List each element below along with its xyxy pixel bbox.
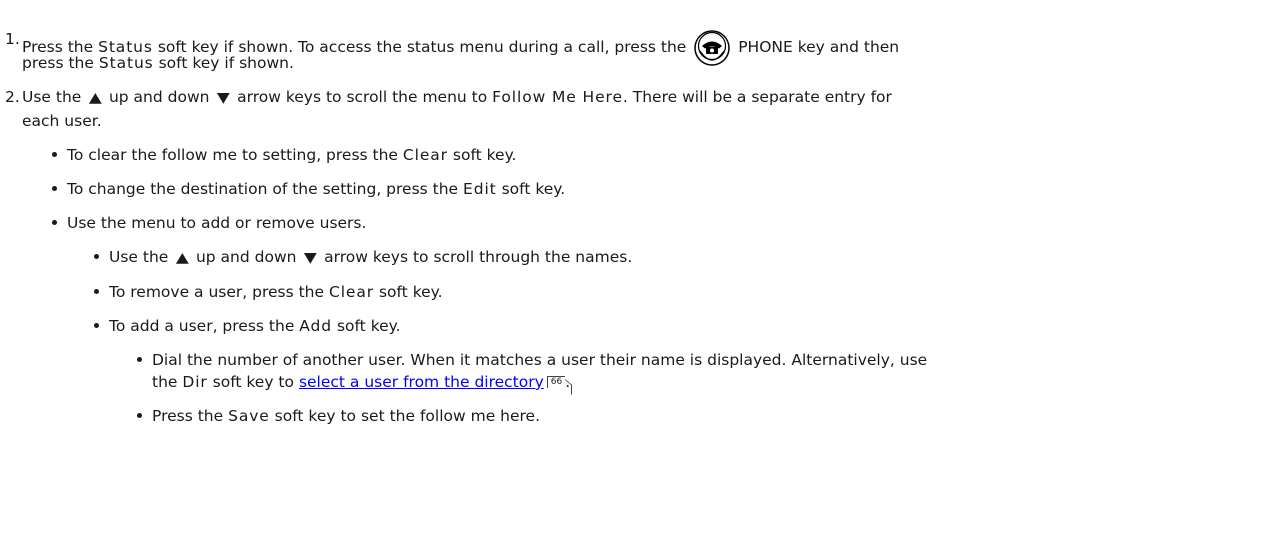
- text: soft key to set the follow me here.: [269, 407, 541, 425]
- phone-key-icon: [693, 29, 731, 72]
- text: To add a user, press the: [109, 317, 300, 335]
- text: the: [152, 373, 183, 391]
- bullet-marker: [137, 357, 142, 362]
- bullet-marker: [94, 289, 99, 294]
- soft-key-name: Edit: [463, 180, 497, 198]
- step-number: 1.: [5, 30, 20, 48]
- directory-link[interactable]: select a user from the directory: [299, 373, 544, 391]
- list-item: To remove a user, press the Clear soft k…: [109, 282, 443, 302]
- text: soft key.: [496, 180, 566, 198]
- text: soft key to: [207, 373, 299, 391]
- text: Use the: [22, 88, 87, 106]
- step-text: each user.: [22, 111, 102, 131]
- bullet-marker: [52, 186, 57, 191]
- bullet-marker: [94, 323, 99, 328]
- step-text: Use the ▲ up and down ▼ arrow keys to sc…: [22, 87, 892, 108]
- list-item: To add a user, press the Add soft key.: [109, 316, 401, 336]
- text: each user.: [22, 112, 102, 130]
- text: Press the: [152, 407, 229, 425]
- soft-key-name: Save: [228, 407, 270, 425]
- text: arrow keys to scroll the menu to: [232, 88, 493, 106]
- list-item: Dial the number of another user. When it…: [152, 350, 927, 370]
- text: Use the: [109, 248, 174, 266]
- soft-key-name: Clear: [328, 283, 375, 301]
- list-item: Use the ▲ up and down ▼ arrow keys to sc…: [109, 247, 632, 268]
- down-arrow-icon: ▼: [304, 250, 318, 266]
- step-text: press the Status soft key if shown.: [22, 53, 294, 73]
- list-item-continuation: the Dir soft key to select a user from t…: [152, 372, 570, 392]
- list-item: To clear the follow me to setting, press…: [67, 145, 516, 165]
- soft-key-name: Status: [98, 54, 154, 72]
- text: up and down: [104, 88, 215, 106]
- bullet-marker: [52, 220, 57, 225]
- bullet-marker: [52, 152, 57, 157]
- bullet-marker: [137, 413, 142, 418]
- text: press the: [22, 54, 99, 72]
- text: Use the menu to add or remove users.: [67, 214, 367, 232]
- soft-key-name: Clear: [402, 146, 448, 164]
- text: soft key if shown.: [153, 54, 294, 72]
- up-arrow-icon: ▲: [89, 90, 103, 106]
- text: Dial the number of another user. When it…: [152, 351, 928, 369]
- step-number: 2.: [5, 88, 20, 106]
- soft-key-name: Dir: [182, 373, 208, 391]
- text: up and down: [191, 248, 302, 266]
- text: soft key.: [374, 283, 443, 301]
- text: soft key.: [332, 317, 401, 335]
- list-item: To change the destination of the setting…: [67, 179, 565, 199]
- text: soft key.: [447, 146, 517, 164]
- list-item: Press the Save soft key to set the follo…: [152, 406, 540, 426]
- down-arrow-icon: ▼: [217, 90, 231, 106]
- text: arrow keys to scroll through the names.: [319, 248, 633, 266]
- bullet-marker: [94, 254, 99, 259]
- page-reference-icon[interactable]: 66: [546, 376, 566, 388]
- text: . There will be a separate entry for: [622, 88, 892, 106]
- text: PHONE key and then: [733, 38, 900, 56]
- text: To remove a user, press the: [109, 283, 329, 301]
- menu-item-name: Follow Me Here: [492, 88, 623, 106]
- up-arrow-icon: ▲: [176, 250, 190, 266]
- text: To clear the follow me to setting, press…: [67, 146, 403, 164]
- list-item: Use the menu to add or remove users.: [67, 213, 366, 233]
- soft-key-name: Add: [299, 317, 333, 335]
- text: To change the destination of the setting…: [67, 180, 464, 198]
